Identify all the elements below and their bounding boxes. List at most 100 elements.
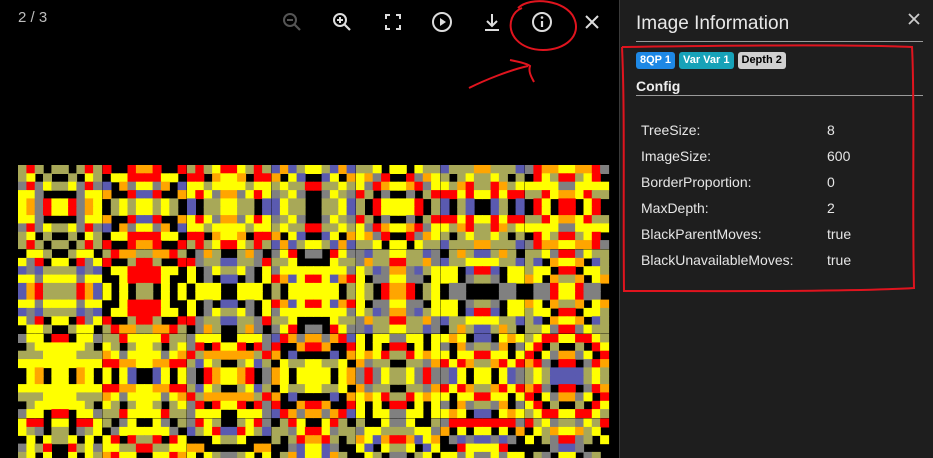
pixel [482,316,492,326]
pixel [187,443,196,453]
zoom-in-button[interactable] [328,8,356,36]
close-icon [908,13,920,25]
pixel [288,274,298,284]
pixel [346,165,356,174]
pixel [59,334,69,343]
pixel [43,266,52,276]
pixel [76,282,86,292]
pixel [34,266,44,276]
pixel [338,299,348,309]
pixel [245,324,255,334]
pixel [490,257,500,267]
pixel [372,392,382,402]
pixel [397,324,407,334]
pixel [329,291,339,301]
pixel [84,350,94,360]
pixel [271,274,281,284]
pixel [566,435,576,445]
pixel [51,165,61,174]
pixel [533,223,543,233]
pixel [26,409,36,419]
pixel [321,359,331,369]
pixel [59,418,69,428]
pixel [465,257,475,267]
pixel [93,206,103,216]
pixel [253,282,263,292]
info-button[interactable] [528,8,556,36]
pixel [507,334,517,343]
pixel [228,190,238,200]
pixel [262,316,272,326]
pixel [195,173,205,183]
pixel [26,384,36,394]
pixel [271,299,281,309]
download-button[interactable] [478,8,506,36]
pixel [152,240,162,250]
pixel [346,299,356,309]
pixel [59,165,69,174]
pixel [583,231,593,241]
config-row: ImageSize: 600 [636,143,851,169]
pixel [245,350,255,360]
zoom-out-button[interactable] [278,8,306,36]
pixel [51,299,61,309]
pixel [364,443,374,453]
panel-close-button[interactable] [904,9,924,29]
pixel [533,409,543,419]
pixel [296,359,306,369]
pixel [296,240,306,250]
tag-badge[interactable]: Var Var 1 [679,52,734,69]
pixel [237,400,247,410]
pixel [84,435,94,445]
pixel [245,240,255,250]
pixel [76,426,86,436]
pixel [102,400,112,410]
pixel [457,173,467,183]
pixel [448,435,458,445]
pixel [279,249,289,259]
pixel [279,198,289,208]
pixel [220,223,230,233]
pixel [329,324,339,334]
pixel [583,173,593,183]
close-viewer-button[interactable] [578,8,606,36]
pixel [135,240,145,250]
slideshow-button[interactable] [428,8,456,36]
pixel [212,350,222,360]
pixel [591,451,601,458]
pixel [541,392,551,402]
pixel [356,350,365,360]
pixel [558,215,568,225]
pixel [84,375,94,385]
pixel [76,206,86,216]
pixel [271,291,281,301]
pixel [507,384,517,394]
pixel [575,324,585,334]
pixel [575,392,585,402]
pixel [245,274,255,284]
pixel [533,266,543,276]
pixel [490,223,500,233]
pixel [195,384,205,394]
pixel [228,240,238,250]
pixel [490,342,500,352]
pixel [271,173,281,183]
pixel [296,231,306,241]
pixel [591,384,601,394]
tag-badge[interactable]: Depth 2 [737,52,786,69]
pixel [414,316,424,326]
tag-badge[interactable]: 8QP 1 [636,52,675,69]
pixel [465,342,475,352]
pixel [51,282,61,292]
pixel [51,426,61,436]
pixel [321,231,331,241]
pixel [304,291,314,301]
pixel [600,409,610,419]
fullscreen-button[interactable] [379,8,407,36]
pixel [144,198,154,208]
pixel [135,173,145,183]
pixel [84,291,94,301]
pixel [397,426,407,436]
pixel [482,324,492,334]
pixel [18,190,27,200]
